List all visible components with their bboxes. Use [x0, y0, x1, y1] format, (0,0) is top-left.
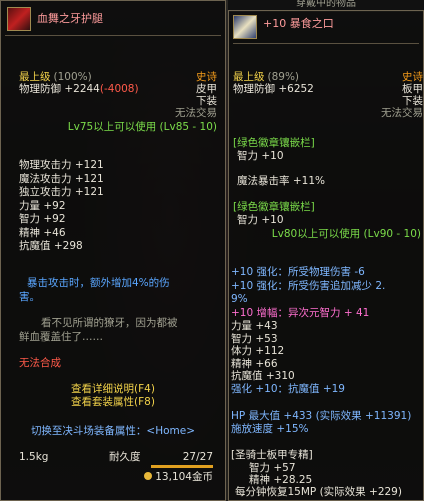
flavor-line-1: 看不见所谓的獠牙，因为都被 [41, 317, 178, 329]
enhance-line-1: +10 强化：所受物理伤害 -6 [231, 266, 365, 278]
phys-def: 物理防御 +6252 [233, 83, 314, 95]
phys-def-value: +2244 [64, 83, 100, 95]
stat-row: 抗魔值 +310 [231, 370, 295, 382]
item-tooltip-left: 血舞之牙护腿 最上级 (100%) 史诗 物理防御 +2244(-4008) 皮甲… [0, 0, 226, 501]
enhance-line-2b: 9% [231, 293, 248, 305]
badge-slot-2-title: [绿色徽章镶嵌栏] [233, 201, 315, 213]
effect-line-2: 害。 [19, 291, 40, 303]
grade-text: 最上级 [233, 71, 265, 83]
coin-icon [144, 472, 153, 480]
durability-value: 27/27 [182, 451, 213, 463]
item-tooltip-right: +10 暴食之口 最上级 (89%) 史诗 物理防御 +6252 板甲 下装 无法… [228, 10, 424, 501]
stat-row: 体力 +112 [231, 345, 285, 357]
stat-row: 魔法攻击力 +121 [19, 172, 104, 185]
view-set-link[interactable]: 查看套装属性(F8) [1, 396, 225, 408]
durability-fill [151, 465, 213, 468]
badge-slot-1-stat: 智力 +10 [237, 150, 284, 162]
view-detail-link[interactable]: 查看详细说明(F4) [1, 383, 225, 395]
specialty-stat: 每分钟恢复15MP (实际效果 +229) [235, 486, 402, 498]
durability-bar [151, 465, 213, 468]
slot-type: 下装 [402, 95, 423, 107]
weight: 1.5kg [19, 451, 49, 463]
stat-row: 独立攻击力 +121 [19, 186, 104, 198]
divider [5, 35, 221, 36]
amplify-line: +10 增幅：异次元智力 + 41 [231, 307, 370, 319]
level-requirement: Lv80以上可以使用 (Lv90 - 10) [271, 228, 421, 240]
price-text: 13,104金币 [155, 471, 213, 483]
enhance-line-2: +10 强化：所受伤害追加减少 2. [231, 280, 386, 292]
enhance-line-3: 强化 +10：抗魔值 +19 [231, 383, 345, 395]
item-name: 血舞之牙护腿 [37, 12, 103, 25]
specialty-stat: 精神 +28.25 [249, 474, 313, 486]
grade-label: 最上级 (100%) [19, 71, 92, 83]
stat-row: 智力 +92 [19, 213, 66, 225]
item-name: +10 暴食之口 [263, 17, 334, 30]
grade-pct: (100%) [53, 71, 92, 83]
phys-def-diff: (-4008) [99, 83, 139, 95]
level-requirement: Lv75以上可以使用 (Lv85 - 10) [67, 121, 217, 133]
stat-row: 智力 +53 [231, 332, 278, 345]
rarity: 史诗 [196, 71, 217, 83]
equipped-title: 穿戴中的物品 [296, 0, 356, 9]
trade-status: 无法交易 [381, 107, 423, 119]
hp-bonus: HP 最大值 +433 (实际效果 +11391) [231, 410, 412, 422]
item-icon [7, 7, 31, 31]
rarity: 史诗 [402, 71, 423, 83]
sell-price: 13,104金币 [144, 471, 213, 483]
stat-row: 精神 +46 [19, 226, 66, 239]
no-synthesis: 无法合成 [19, 357, 61, 369]
flavor-line-2: 鲜血覆盖住了…… [19, 331, 103, 343]
specialty-stat: 智力 +57 [249, 462, 296, 474]
switch-pvp-attributes[interactable]: 切换至决斗场装备属性：<Home> [1, 425, 225, 437]
item-icon [233, 15, 257, 39]
phys-def: 物理防御 +2244(-4008) [19, 83, 139, 95]
badge-slot-2-stat: 智力 +10 [237, 214, 284, 226]
specialty-title: [圣骑士板甲专精] [231, 449, 313, 461]
phys-def-label: 物理防御 [19, 83, 61, 95]
stat-row: 精神 +66 [231, 357, 278, 370]
grade-label: 最上级 (89%) [233, 71, 299, 83]
effect-line-1: 暴击攻击时，额外增加4%的伤 [27, 277, 170, 289]
cast-speed: 施放速度 +15% [231, 423, 309, 435]
divider [233, 43, 419, 44]
trade-status: 无法交易 [175, 107, 217, 119]
material: 皮甲 [196, 83, 217, 95]
stat-row: 抗魔值 +298 [19, 240, 83, 252]
grade-pct: (89%) [267, 71, 300, 83]
stat-row: 物理攻击力 +121 [19, 159, 104, 171]
grade-text: 最上级 [19, 71, 51, 83]
stat-row: 力量 +92 [19, 199, 66, 212]
material: 板甲 [402, 83, 423, 95]
slot-type: 下装 [196, 95, 217, 107]
stat-row: 力量 +43 [231, 320, 278, 332]
phys-def-label: 物理防御 [233, 83, 275, 95]
durability-label: 耐久度 [109, 451, 141, 463]
badge-slot-1-title: [绿色徽章镶嵌栏] [233, 137, 315, 149]
phys-def-value: +6252 [278, 83, 314, 95]
badge-slot-1-extra: 魔法暴击率 +11% [237, 175, 325, 187]
